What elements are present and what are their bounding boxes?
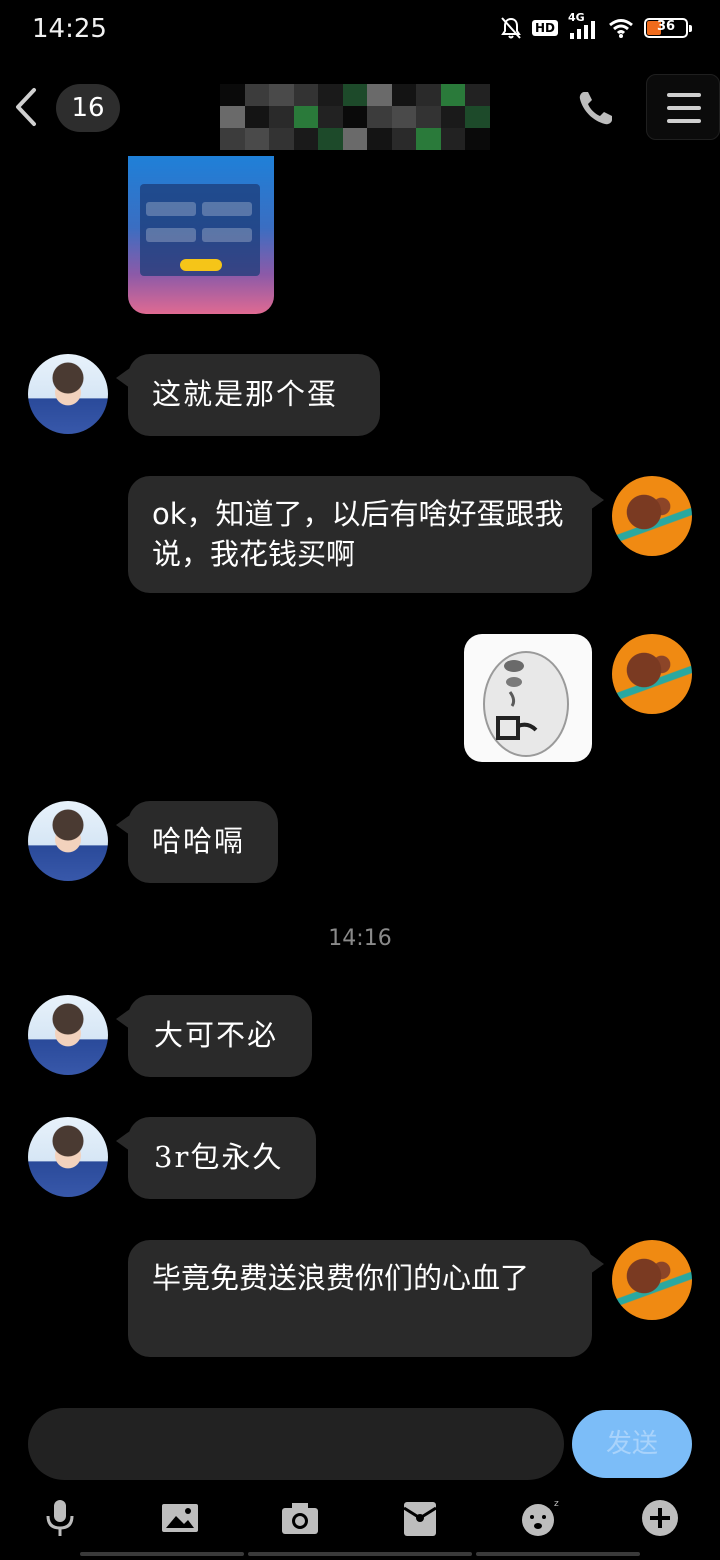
chevron-left-icon[interactable]	[8, 82, 44, 132]
contact-avatar[interactable]	[28, 1117, 108, 1197]
home-indicator	[248, 1552, 472, 1556]
contact-avatar[interactable]	[28, 995, 108, 1075]
microphone-icon[interactable]	[38, 1496, 82, 1540]
message-text: 3r包永久	[154, 1140, 284, 1174]
mute-bell-icon	[501, 17, 521, 39]
message-bubble[interactable]: 这就是那个蛋	[116, 354, 380, 436]
message-input[interactable]	[28, 1408, 564, 1480]
wifi-icon	[609, 19, 633, 38]
send-button[interactable]: 发送	[572, 1410, 692, 1478]
message-text: 毕竟免费送浪费你们的心血了	[152, 1261, 530, 1295]
message-bubble[interactable]: 毕竟免费送浪费你们的心血了	[128, 1240, 604, 1357]
battery-level: 36	[656, 19, 676, 34]
message-text: 这就是那个蛋	[152, 377, 339, 411]
message-bubble[interactable]: 哈哈嗝	[116, 801, 278, 883]
meme-face-sticker	[483, 651, 569, 757]
status-time: 14:25	[32, 14, 107, 44]
hamburger-menu-icon[interactable]	[646, 74, 720, 140]
message-bubble[interactable]: 大可不必	[116, 995, 312, 1077]
message-bubble[interactable]: 3r包永久	[116, 1117, 316, 1199]
message-text: ok，知道了，以后有啥好蛋跟我说，我花钱买啊	[152, 497, 564, 571]
time-divider: 14:16	[328, 926, 392, 951]
sticker-message[interactable]	[464, 634, 592, 762]
blurred-contact-name	[220, 84, 490, 150]
plus-icon[interactable]	[638, 1496, 682, 1540]
image-icon[interactable]	[158, 1496, 202, 1540]
contact-avatar[interactable]	[28, 801, 108, 881]
phone-icon[interactable]	[574, 86, 618, 130]
my-avatar[interactable]	[612, 1240, 692, 1320]
status-bar: 14:25 HD 4G 36	[0, 0, 720, 56]
unread-count-badge[interactable]: 16	[56, 84, 120, 132]
image-message[interactable]	[128, 156, 274, 314]
my-avatar[interactable]	[612, 634, 692, 714]
battery-icon: 36	[644, 18, 692, 38]
camera-icon[interactable]	[278, 1496, 322, 1540]
sticker-icon[interactable]: z	[518, 1496, 562, 1540]
my-avatar[interactable]	[612, 476, 692, 556]
message-text: 哈哈嗝	[152, 824, 246, 858]
home-indicator	[476, 1552, 640, 1556]
status-icons: HD 4G 36	[500, 11, 692, 42]
signal-icon: 4G	[568, 11, 598, 41]
home-indicator	[80, 1552, 244, 1556]
input-toolbar: z	[0, 1496, 720, 1546]
contact-avatar[interactable]	[28, 354, 108, 434]
message-text: 大可不必	[154, 1018, 279, 1052]
message-bubble[interactable]: ok，知道了，以后有啥好蛋跟我说，我花钱买啊	[128, 476, 604, 593]
hd-badge: HD	[531, 20, 558, 36]
red-packet-icon[interactable]	[398, 1496, 442, 1540]
svg-text:z: z	[554, 1499, 559, 1509]
chat-header: 16	[0, 60, 720, 156]
